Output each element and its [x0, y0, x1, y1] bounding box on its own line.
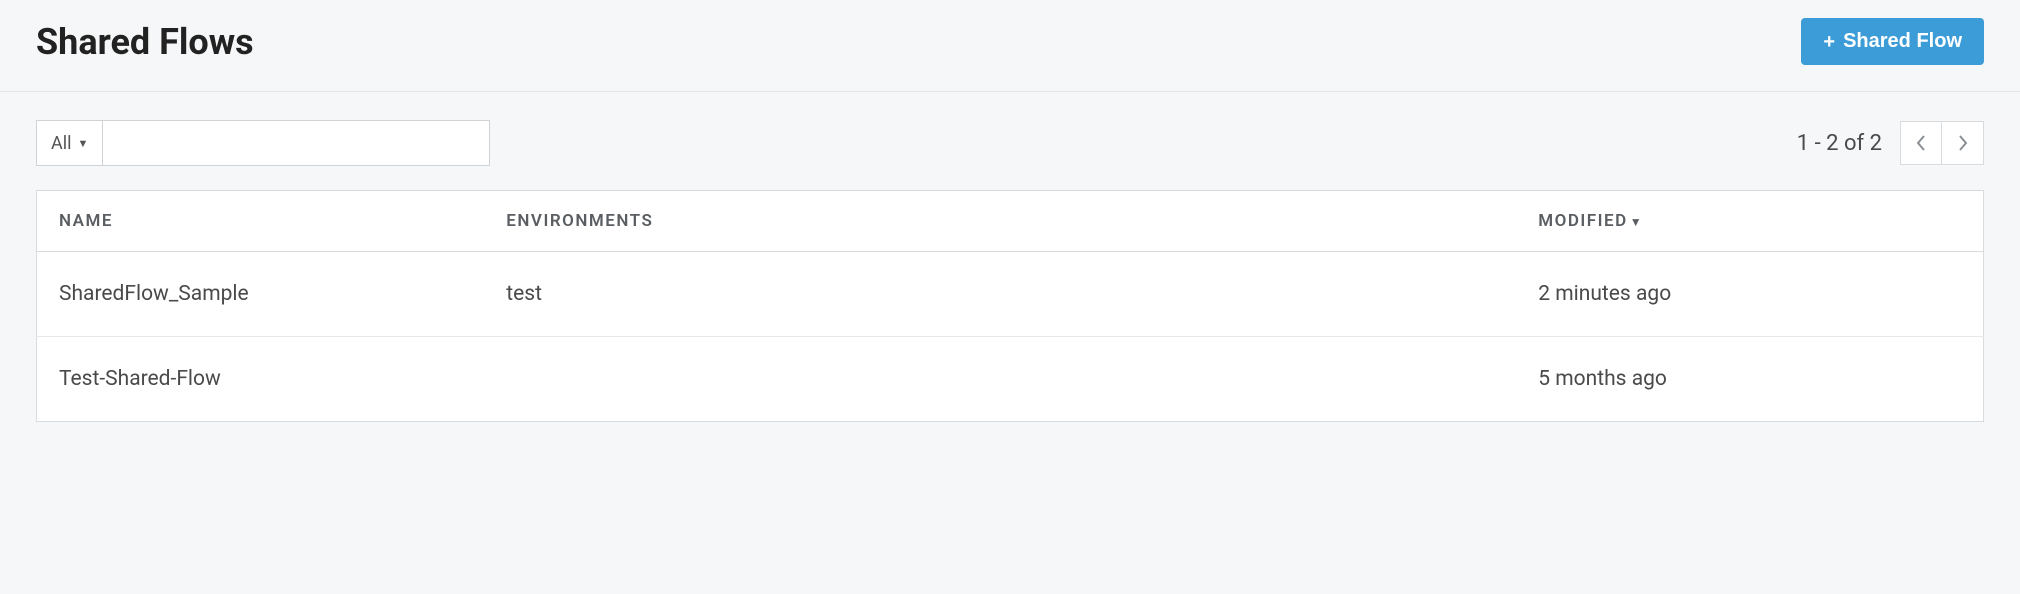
cell-environments: [484, 337, 1516, 422]
column-header-modified-label: MODIFIED: [1538, 211, 1627, 231]
search-input[interactable]: [102, 120, 490, 166]
cell-environments: test: [484, 252, 1516, 337]
pager: [1900, 121, 1984, 165]
create-button-label: Shared Flow: [1843, 30, 1962, 53]
page-title: Shared Flows: [36, 21, 254, 63]
cell-modified: 5 months ago: [1516, 337, 1983, 422]
column-header-name-label: NAME: [59, 211, 113, 231]
column-header-environments[interactable]: ENVIRONMENTS: [484, 191, 1516, 252]
chevron-left-icon: [1916, 135, 1926, 151]
column-header-environments-label: ENVIRONMENTS: [506, 211, 653, 231]
pager-prev-button[interactable]: [1900, 121, 1942, 165]
table-row[interactable]: Test-Shared-Flow 5 months ago: [37, 337, 1984, 422]
page-header: Shared Flows + Shared Flow: [0, 0, 2020, 92]
sort-descending-icon: ▼: [1630, 215, 1643, 229]
caret-down-icon: ▼: [78, 137, 89, 150]
table-header-row: NAME ENVIRONMENTS MODIFIED▼: [37, 191, 1984, 252]
filter-label: All: [51, 133, 72, 154]
column-header-name[interactable]: NAME: [37, 191, 485, 252]
table-row[interactable]: SharedFlow_Sample test 2 minutes ago: [37, 252, 1984, 337]
plus-icon: +: [1823, 32, 1835, 52]
filter-dropdown[interactable]: All ▼: [36, 120, 102, 166]
cell-name: SharedFlow_Sample: [37, 252, 485, 337]
toolbar: All ▼ 1 - 2 of 2: [36, 120, 1984, 166]
cell-modified: 2 minutes ago: [1516, 252, 1983, 337]
chevron-right-icon: [1958, 135, 1968, 151]
cell-name: Test-Shared-Flow: [37, 337, 485, 422]
shared-flows-table: NAME ENVIRONMENTS MODIFIED▼ SharedFlow_S…: [36, 190, 1984, 422]
pager-next-button[interactable]: [1942, 121, 1984, 165]
create-shared-flow-button[interactable]: + Shared Flow: [1801, 18, 1984, 65]
pagination-summary: 1 - 2 of 2: [1797, 131, 1882, 156]
column-header-modified[interactable]: MODIFIED▼: [1516, 191, 1983, 252]
